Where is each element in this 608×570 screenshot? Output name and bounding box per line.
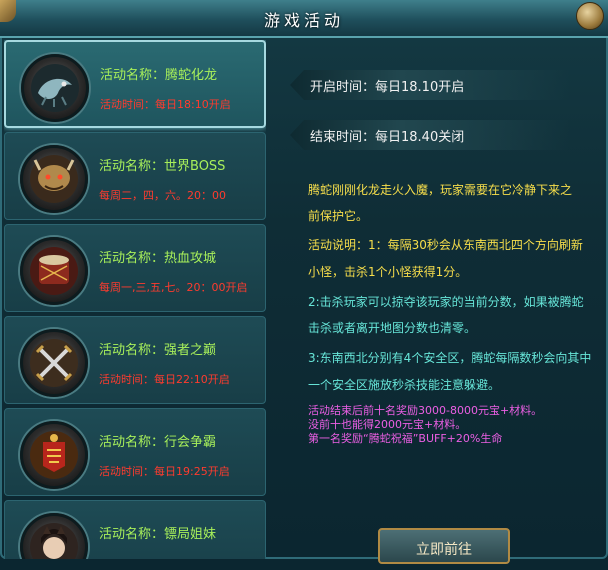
activity-time: 每周一,三,五,七。20：00开启 [99, 281, 248, 294]
intro-line-2: 前保护它。 [308, 209, 369, 223]
activity-item-escort[interactable]: 活动名称：镖局姐妹 [4, 500, 266, 559]
activity-name: 活动名称：强者之巅 [99, 343, 217, 358]
activity-item-guildwar[interactable]: 活动名称：行会争霸 活动时间：每日19:25开启 [4, 408, 266, 496]
guild-war-icon [20, 421, 88, 489]
activity-name: 活动名称：镖局姐妹 [99, 527, 217, 542]
activity-name: 活动名称：热血攻城 [99, 251, 217, 266]
reward-line-3: 第一名奖励“腾蛇祝福”BUFF+20%生命 [308, 432, 503, 445]
serpent-dragon-icon [21, 54, 89, 122]
reward-line-2: 没前十也能得2000元宝+材料。 [308, 418, 467, 431]
activity-time: 活动时间：每日19:25开启 [99, 465, 230, 478]
open-time-text: 开启时间：每日18.10开启 [310, 80, 465, 95]
escort-sisters-icon [20, 513, 88, 559]
activity-time: 每周二，四，六。20：00 [99, 189, 226, 202]
rule2-line-1: 2:击杀玩家可以掠夺该玩家的当前分数，如果被腾蛇 [308, 295, 584, 309]
activity-name: 活动名称：行会争霸 [99, 435, 217, 450]
activity-name: 活动名称：世界BOSS [99, 159, 226, 174]
activity-item-siege[interactable]: 活动名称：热血攻城 每周一,三,五,七。20：00开启 [4, 224, 266, 312]
reward-line-1: 活动结束后前十名奖励3000-8000元宝+材料。 [308, 404, 543, 417]
activity-time: 活动时间：每日22:10开启 [99, 373, 230, 386]
close-time-text: 结束时间：每日18.40关闭 [310, 130, 465, 145]
activity-item-worldboss[interactable]: 活动名称：世界BOSS 每周二，四，六。20：00 [4, 132, 266, 220]
open-time-badge: 开启时间：每日18.10开启 [290, 70, 570, 100]
activity-item-serpent[interactable]: 活动名称：腾蛇化龙 活动时间：每日18:10开启 [4, 40, 266, 128]
rule3-line-2: 一个安全区施放秒杀技能注意躲避。 [308, 378, 501, 392]
rule1-line-2: 小怪，击杀1个小怪获得1分。 [308, 265, 468, 279]
window-title: 游戏活动 [263, 11, 344, 30]
close-time-badge: 结束时间：每日18.40关闭 [290, 120, 570, 150]
activity-list: 活动名称：腾蛇化龙 活动时间：每日18:10开启 活动名称：世界BOSS 每周二… [4, 40, 266, 559]
window-titlebar: 游戏活动 [0, 0, 608, 38]
rule1-line-1: 活动说明：1：每隔30秒会从东南西北四个方向刷新 [308, 238, 583, 252]
crossed-swords-icon [20, 329, 88, 397]
close-button[interactable] [576, 2, 604, 30]
activity-name: 活动名称：腾蛇化龙 [100, 68, 218, 83]
rule2-line-2: 击杀或者离开地图分数也清零。 [308, 321, 477, 335]
rule3-line-1: 3:东南西北分别有4个安全区，腾蛇每隔数秒会向其中 [308, 351, 592, 365]
siege-drum-icon [20, 237, 88, 305]
activity-item-champion[interactable]: 活动名称：强者之巅 活动时间：每日22:10开启 [4, 316, 266, 404]
intro-line-1: 腾蛇刚刚化龙走火入魔，玩家需要在它冷静下来之 [308, 183, 573, 197]
world-boss-icon [20, 145, 88, 213]
activity-time: 活动时间：每日18:10开启 [100, 98, 231, 111]
